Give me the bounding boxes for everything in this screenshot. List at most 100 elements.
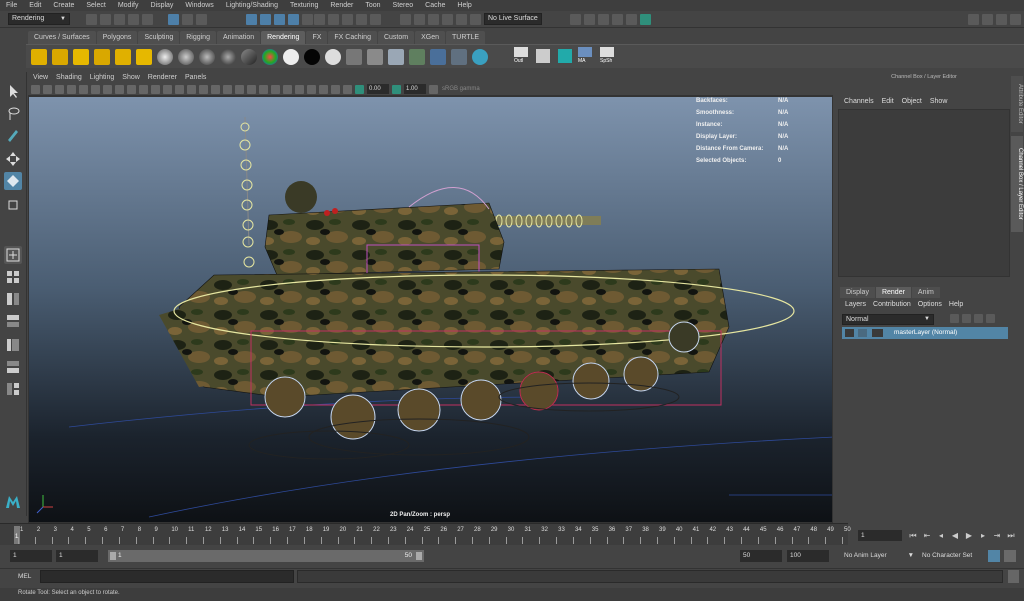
resolution-gate-icon[interactable] <box>127 84 136 94</box>
tool-settings-toggle-icon[interactable] <box>1010 14 1021 25</box>
anti-aliasing-icon[interactable] <box>283 84 292 94</box>
tab-attribute-editor[interactable]: Attribute Editor <box>1011 76 1023 132</box>
step-back-frame-icon[interactable]: ◂ <box>936 530 946 541</box>
menu-set-select[interactable]: Rendering ▼ <box>8 13 70 25</box>
xray-joints-icon[interactable] <box>343 84 352 94</box>
tab-anim[interactable]: Anim <box>911 287 940 298</box>
select-joints-icon[interactable] <box>260 14 271 25</box>
menu-stereo[interactable]: Stereo <box>393 0 414 11</box>
select-handles-icon[interactable] <box>246 14 257 25</box>
select-tool-icon[interactable] <box>4 82 22 100</box>
exposure-field[interactable]: 0.00 <box>367 84 389 94</box>
safe-action-icon[interactable] <box>163 84 172 94</box>
exposure-icon[interactable] <box>355 84 364 94</box>
batch-render-icon[interactable] <box>472 48 488 65</box>
animation-preferences-icon[interactable] <box>1004 550 1016 562</box>
select-camera-icon[interactable] <box>31 84 40 94</box>
channel-menu-channels[interactable]: Channels <box>844 95 874 108</box>
grease-pencil-icon[interactable] <box>91 84 100 94</box>
image-plane-icon[interactable] <box>67 84 76 94</box>
shelf-tab-rigging[interactable]: Rigging <box>180 30 216 44</box>
redo-icon[interactable] <box>142 14 153 25</box>
hypershade-icon[interactable] <box>626 14 637 25</box>
go-to-start-icon[interactable]: ⏮ <box>908 530 918 541</box>
wireframe-icon[interactable] <box>187 84 196 94</box>
render-current-frame-icon[interactable] <box>584 14 595 25</box>
rotate-tool-icon[interactable] <box>4 172 22 190</box>
shadows-icon[interactable] <box>247 84 256 94</box>
snap-curve-icon[interactable] <box>328 14 339 25</box>
layered-shader-icon[interactable] <box>325 48 341 65</box>
panel-menu-shading[interactable]: Shading <box>56 72 82 83</box>
maya-software-icon[interactable] <box>558 49 572 63</box>
range-slider[interactable]: 1 50 <box>108 550 424 562</box>
render-view-shelf-icon[interactable] <box>430 48 446 65</box>
render-settings-icon[interactable] <box>612 14 623 25</box>
tab-channel-box[interactable]: Channel Box / Layer Editor <box>1011 136 1023 232</box>
play-forwards-icon[interactable]: ▶ <box>964 530 974 541</box>
time-slider[interactable]: 1 1 2 3 4 5 6 7 8 9 10 11 12 13 14 15 16 17 18 19 20 21 22 23 2… <box>0 523 851 545</box>
four-pane-layout-icon[interactable] <box>4 268 22 286</box>
use-all-lights-icon[interactable] <box>235 84 244 94</box>
lasso-tool-icon[interactable] <box>4 104 22 122</box>
live-surface-field[interactable]: No Live Surface <box>484 13 542 25</box>
object-mode-icon[interactable] <box>182 14 193 25</box>
play-backwards-icon[interactable]: ◀ <box>950 530 960 541</box>
undo-icon[interactable] <box>128 14 139 25</box>
render-settings-layer-icon[interactable] <box>872 329 883 337</box>
playback-end-field[interactable]: 50 <box>740 550 782 562</box>
hierarchy-mode-icon[interactable] <box>168 14 179 25</box>
use-background-icon[interactable] <box>304 48 320 65</box>
make-live-icon[interactable] <box>370 14 381 25</box>
shelf-tab-animation[interactable]: Animation <box>216 30 261 44</box>
light-linking-icon[interactable] <box>346 48 362 65</box>
channel-menu-edit[interactable]: Edit <box>882 95 894 108</box>
surface-shader-icon[interactable] <box>283 48 299 65</box>
blinn-material-icon[interactable] <box>157 48 173 65</box>
layer-menu-help[interactable]: Help <box>949 299 963 310</box>
checker-texture-icon[interactable] <box>536 49 550 63</box>
spsh-shelf-button[interactable]: SpSh <box>600 47 618 67</box>
ipr-shelf-icon[interactable] <box>451 48 467 65</box>
component-mode-icon[interactable] <box>196 14 207 25</box>
input-ops-icon[interactable] <box>400 14 411 25</box>
move-tool-icon[interactable] <box>4 150 22 168</box>
isolate-select-icon[interactable] <box>307 84 316 94</box>
command-input[interactable] <box>40 570 294 583</box>
soft-select-icon[interactable] <box>456 14 467 25</box>
snap-grid-icon[interactable] <box>314 14 325 25</box>
symmetry-icon[interactable] <box>442 14 453 25</box>
channel-menu-show[interactable]: Show <box>930 95 948 108</box>
new-empty-layer-icon[interactable] <box>974 314 983 323</box>
playback-start-field[interactable]: 1 <box>56 550 98 562</box>
lasso-icon[interactable] <box>470 14 481 25</box>
panel-menu-show[interactable]: Show <box>122 72 140 83</box>
menu-help[interactable]: Help <box>457 0 471 11</box>
shadow-linking-icon[interactable] <box>367 48 383 65</box>
gamma-field[interactable]: 1.00 <box>404 84 426 94</box>
auto-key-icon[interactable] <box>988 550 1000 562</box>
spot-light-icon[interactable] <box>94 48 110 65</box>
textured-icon[interactable] <box>223 84 232 94</box>
shelf-tab-curves-surfaces[interactable]: Curves / Surfaces <box>28 30 96 44</box>
shelf-tab-fx[interactable]: FX <box>306 30 328 44</box>
select-deformations-icon[interactable] <box>302 14 313 25</box>
panel-menu-renderer[interactable]: Renderer <box>148 72 177 83</box>
safe-title-icon[interactable] <box>175 84 184 94</box>
anim-layer-select[interactable]: No Anim Layer ▼ <box>844 550 916 562</box>
layer-menu-options[interactable]: Options <box>918 299 942 310</box>
workspace-icon[interactable] <box>968 14 979 25</box>
menu-create[interactable]: Create <box>53 0 74 11</box>
new-layer-selected-icon[interactable] <box>986 314 995 323</box>
layer-menu-contribution[interactable]: Contribution <box>873 299 911 310</box>
panel-menu-lighting[interactable]: Lighting <box>90 72 115 83</box>
menu-render[interactable]: Render <box>330 0 353 11</box>
render-globals-icon[interactable] <box>388 48 404 65</box>
field-chart-icon[interactable] <box>151 84 160 94</box>
step-forward-frame-icon[interactable]: ▸ <box>978 530 988 541</box>
single-pane-layout-icon[interactable] <box>4 246 22 264</box>
script-language-toggle[interactable]: MEL <box>18 572 31 582</box>
camera-attributes-icon[interactable] <box>43 84 52 94</box>
outliner-shelf-button[interactable]: Outl <box>514 47 530 67</box>
default-material-icon[interactable] <box>211 84 220 94</box>
